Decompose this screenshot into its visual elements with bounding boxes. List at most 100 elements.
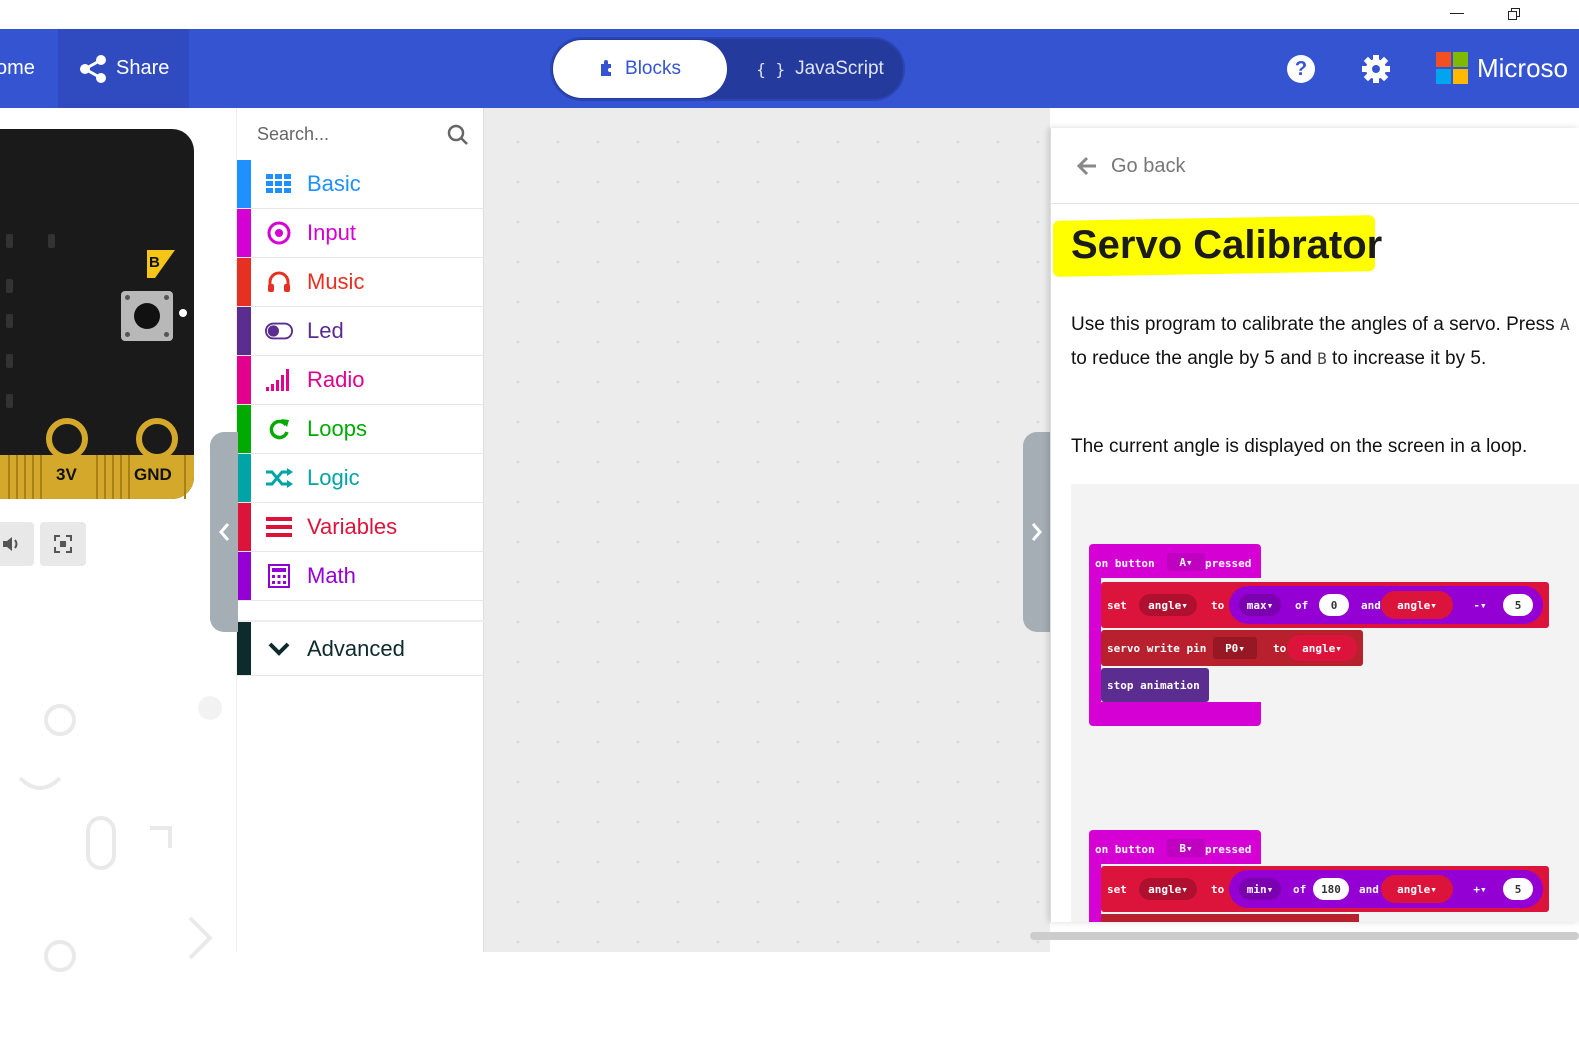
button-b-letter: B: [149, 254, 160, 271]
category-label: Input: [307, 220, 356, 245]
speaker-icon: [3, 537, 18, 551]
block-text: to: [1211, 883, 1225, 896]
category-input[interactable]: Input: [237, 209, 485, 258]
block-text: on button: [1095, 843, 1155, 856]
function-dropdown[interactable]: min: [1239, 878, 1281, 900]
background-pattern: [18, 696, 222, 972]
category-variables[interactable]: Variables: [237, 503, 485, 552]
blocks-tab[interactable]: Blocks: [553, 40, 727, 98]
toggle-icon: [265, 319, 293, 343]
category-advanced[interactable]: Advanced: [237, 620, 485, 676]
pin-dropdown[interactable]: P0: [1213, 637, 1257, 659]
block-text: to: [1211, 599, 1225, 612]
number-input[interactable]: 5: [1503, 594, 1533, 616]
puzzle-icon: [601, 60, 612, 76]
category-led[interactable]: Led: [237, 307, 485, 356]
pin-gnd[interactable]: [136, 418, 178, 460]
window-titlebar: [0, 0, 1579, 29]
help-icon[interactable]: ?: [1287, 55, 1315, 83]
led: [6, 354, 13, 368]
block-text: set: [1107, 599, 1127, 612]
share-button[interactable]: Share: [58, 29, 189, 108]
category-label: Led: [307, 318, 344, 343]
button-b-label-icon: B: [147, 250, 175, 278]
block-text: pressed: [1205, 557, 1252, 570]
chevron-down-icon: [265, 637, 293, 661]
search-input[interactable]: Search...: [257, 124, 329, 145]
indicator-dot: [179, 309, 187, 317]
category-music[interactable]: Music: [237, 258, 485, 307]
button-dropdown[interactable]: B: [1167, 839, 1205, 857]
variable-dropdown[interactable]: angle: [1139, 878, 1197, 900]
home-button[interactable]: ome: [0, 29, 35, 108]
set-angle-block[interactable]: set angle to min of 180 and angle + 5: [1101, 866, 1549, 912]
workspace-scrollbar[interactable]: [1030, 932, 1579, 940]
javascript-tab[interactable]: { } JavaScript: [740, 40, 900, 98]
screw: [164, 332, 169, 337]
code-snippet: on button A pressed set angle to max of …: [1071, 484, 1579, 922]
mute-button[interactable]: [0, 522, 34, 566]
event-block-a-foot: [1089, 702, 1261, 726]
button-b[interactable]: [121, 291, 173, 341]
search-icon[interactable]: [447, 124, 469, 146]
led: [6, 394, 13, 408]
button-dropdown[interactable]: A: [1167, 553, 1205, 571]
angle-reporter[interactable]: angle: [1381, 591, 1453, 619]
gear-icon[interactable]: [1360, 53, 1392, 85]
collapse-simulator-button[interactable]: [210, 432, 238, 632]
set-angle-block[interactable]: set angle to max of 0 and angle - 5: [1101, 582, 1549, 628]
led: [48, 234, 55, 248]
fullscreen-button[interactable]: [40, 522, 86, 566]
category-math[interactable]: Math: [237, 552, 485, 601]
category-loops[interactable]: Loops: [237, 405, 485, 454]
stop-animation-block[interactable]: stop animation: [1101, 668, 1209, 702]
pin-3v[interactable]: [46, 418, 88, 460]
headphones-icon: [265, 270, 293, 294]
number-input[interactable]: 0: [1319, 594, 1349, 616]
inline-code: A: [1559, 315, 1570, 334]
event-block-a[interactable]: on button A pressed: [1089, 544, 1261, 578]
javascript-label: JavaScript: [795, 58, 884, 79]
min-block[interactable]: min of 180 and angle + 5: [1229, 870, 1543, 908]
category-radio[interactable]: Radio: [237, 356, 485, 405]
led: [6, 279, 13, 293]
blocks-workspace[interactable]: [484, 108, 1050, 952]
angle-reporter[interactable]: angle: [1381, 875, 1453, 903]
block-text: pressed: [1205, 843, 1252, 856]
button-b-cap: [134, 303, 160, 329]
restore-icon[interactable]: [1508, 8, 1520, 20]
expand-workspace-button[interactable]: [1023, 432, 1051, 632]
inline-code: B: [1317, 349, 1327, 368]
screw: [125, 332, 130, 337]
minimize-icon[interactable]: [1450, 13, 1464, 14]
list-icon: [265, 515, 293, 539]
operator-dropdown[interactable]: -: [1465, 594, 1495, 616]
led: [6, 234, 13, 248]
tutorial-paragraph-2: The current angle is displayed on the sc…: [1071, 436, 1528, 457]
go-back-button[interactable]: Go back: [1051, 128, 1579, 204]
target-icon: [265, 221, 293, 245]
block-text: set: [1107, 883, 1127, 896]
tutorial-paragraph-1: Use this program to calibrate the angles…: [1071, 308, 1571, 376]
number-input[interactable]: 5: [1503, 878, 1533, 900]
servo-write-block-partial: [1101, 914, 1359, 922]
category-logic[interactable]: Logic: [237, 454, 485, 503]
category-basic[interactable]: Basic: [237, 160, 485, 209]
search-box[interactable]: Search...: [237, 108, 485, 160]
function-dropdown[interactable]: max: [1239, 594, 1281, 616]
text: to reduce the angle by 5 and: [1071, 348, 1318, 369]
variable-dropdown[interactable]: angle: [1139, 594, 1197, 616]
operator-dropdown[interactable]: +: [1465, 878, 1495, 900]
angle-reporter[interactable]: angle: [1287, 635, 1357, 661]
max-block[interactable]: max of 0 and angle - 5: [1229, 586, 1543, 624]
number-input[interactable]: 180: [1313, 878, 1349, 900]
microsoft-logo-icon: [1436, 52, 1468, 84]
blocks-label: Blocks: [625, 58, 681, 79]
servo-write-block[interactable]: servo write pin P0 to angle: [1101, 630, 1363, 666]
category-label: Logic: [307, 465, 360, 490]
pin-gnd-label: GND: [134, 465, 172, 484]
go-back-label: Go back: [1111, 155, 1186, 177]
event-block-b[interactable]: on button B pressed: [1089, 830, 1261, 864]
category-label: Basic: [307, 171, 361, 196]
toolbox: Search... Basic Input Music Led Radio Lo…: [236, 108, 485, 952]
